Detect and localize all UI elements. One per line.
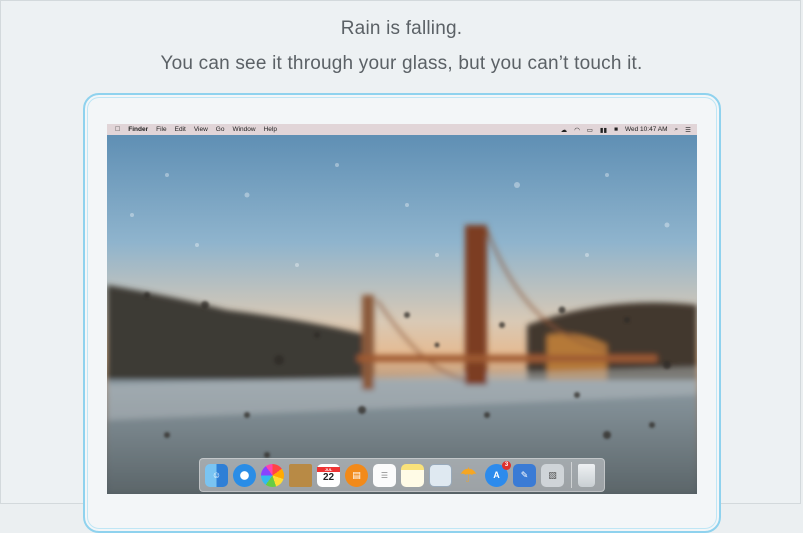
image-capture-icon[interactable]: ▧ bbox=[541, 463, 564, 487]
battery-icon[interactable]: ▮▮ bbox=[600, 126, 607, 134]
reminders-icon[interactable]: ☰ bbox=[373, 463, 396, 487]
xcode-icon[interactable]: ✎ bbox=[513, 463, 536, 487]
calendar-icon[interactable]: JUL 22 bbox=[317, 463, 340, 487]
menu-help[interactable]: Help bbox=[264, 126, 277, 133]
menu-bar:  Finder File Edit View Go Window Help ☁… bbox=[107, 124, 697, 135]
menu-edit[interactable]: Edit bbox=[175, 126, 186, 133]
trash-icon[interactable] bbox=[578, 463, 595, 487]
menu-go[interactable]: Go bbox=[216, 126, 225, 133]
apple-icon[interactable]:  bbox=[115, 126, 120, 133]
safari-icon[interactable]: ➚ bbox=[233, 463, 256, 487]
rainy-bridge-wallpaper bbox=[107, 135, 697, 494]
dock: ☺ ➚ JUL 22 ▤ ☰ ☂ A 3 ✎ ▧ bbox=[199, 458, 605, 492]
menu-finder[interactable]: Finder bbox=[128, 126, 148, 133]
contacts-icon[interactable] bbox=[289, 463, 312, 487]
notes-icon[interactable] bbox=[401, 463, 424, 487]
app-store-icon[interactable]: A 3 bbox=[485, 460, 511, 487]
preview-icon[interactable] bbox=[429, 463, 452, 487]
calendar-date: 22 bbox=[322, 472, 335, 483]
desktop-screen:  Finder File Edit View Go Window Help ☁… bbox=[107, 124, 697, 494]
clock[interactable]: Wed 10:47 AM bbox=[625, 126, 668, 133]
ibooks-icon[interactable]: ▤ bbox=[345, 463, 368, 487]
headline: Rain is falling. bbox=[340, 18, 463, 39]
finder-icon[interactable]: ☺ bbox=[205, 463, 228, 487]
app-store-badge: 3 bbox=[502, 460, 511, 470]
search-icon[interactable]: ⌕ bbox=[675, 126, 679, 134]
dock-separator bbox=[571, 462, 572, 488]
airplay-icon[interactable]: ▭ bbox=[587, 126, 593, 134]
cloud-icon[interactable]: ☁ bbox=[561, 126, 568, 134]
keyboard-icon[interactable]: ■ bbox=[614, 126, 618, 133]
notification-center-icon[interactable]: ☰ bbox=[685, 126, 691, 134]
photos-icon[interactable] bbox=[261, 463, 284, 487]
wifi-icon[interactable]: ◠ bbox=[574, 126, 580, 134]
status-area: ☁ ◠ ▭ ▮▮ ■ Wed 10:47 AM ⌕ ☰ bbox=[554, 126, 691, 134]
menu-window[interactable]: Window bbox=[232, 126, 255, 133]
sun-umbrella-icon[interactable]: ☂ bbox=[457, 464, 480, 487]
menu-view[interactable]: View bbox=[194, 126, 208, 133]
menu-file[interactable]: File bbox=[156, 126, 166, 133]
subheadline: You can see it through your glass, but y… bbox=[160, 53, 643, 74]
